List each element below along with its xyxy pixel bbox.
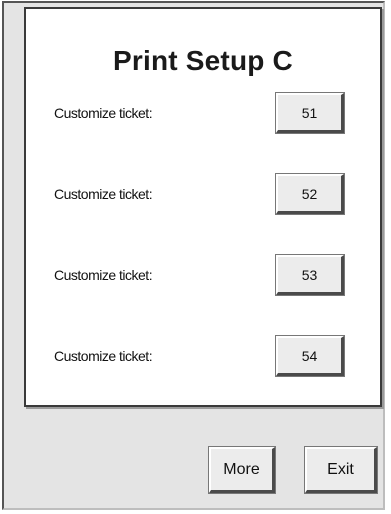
- customize-ticket-label: Customize ticket:: [54, 267, 153, 283]
- print-setup-window: Print Setup C Customize ticket: 51 Custo…: [2, 1, 385, 510]
- ticket-51-button[interactable]: 51: [275, 92, 345, 134]
- ticket-row-52: Customize ticket: 52: [26, 173, 380, 215]
- page-title: Print Setup C: [113, 45, 293, 76]
- more-button[interactable]: More: [208, 446, 276, 494]
- customize-ticket-label: Customize ticket:: [54, 186, 153, 202]
- settings-panel: Print Setup C Customize ticket: 51 Custo…: [24, 7, 382, 407]
- ticket-row-53: Customize ticket: 53: [26, 254, 380, 296]
- ticket-54-button[interactable]: 54: [275, 335, 345, 377]
- ticket-53-button[interactable]: 53: [275, 254, 345, 296]
- ticket-row-51: Customize ticket: 51: [26, 92, 380, 134]
- customize-ticket-label: Customize ticket:: [54, 105, 153, 121]
- customize-ticket-label: Customize ticket:: [54, 348, 153, 364]
- exit-button[interactable]: Exit: [304, 446, 378, 494]
- ticket-52-button[interactable]: 52: [275, 173, 345, 215]
- ticket-row-54: Customize ticket: 54: [26, 335, 380, 377]
